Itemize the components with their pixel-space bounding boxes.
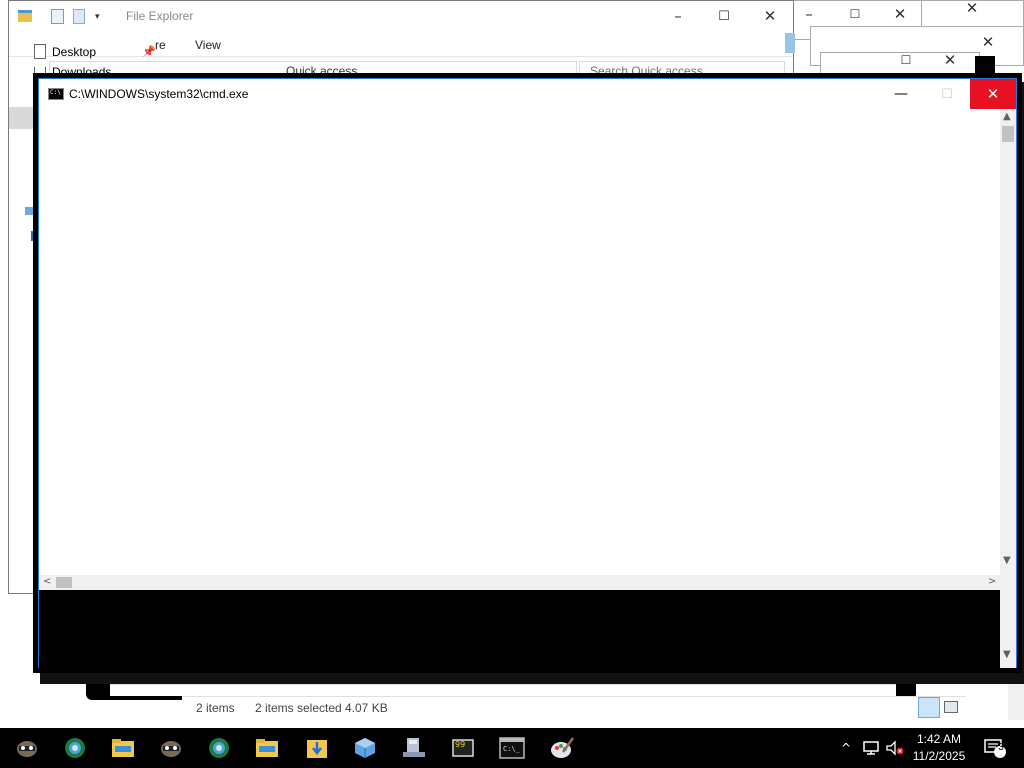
maximize-button[interactable]: ☐	[924, 79, 970, 109]
clock-date: 11/2/2025	[912, 749, 966, 763]
maximize-icon[interactable]: ☐	[832, 0, 878, 29]
folder-icon[interactable]	[243, 728, 291, 768]
svg-text:99: 99	[455, 740, 465, 749]
nav-selection	[9, 107, 39, 129]
minimize-button[interactable]: –	[655, 1, 701, 31]
selection-info: 2 items selected	[255, 701, 342, 715]
pin-icon[interactable]: 📌	[142, 45, 156, 58]
vertical-scroll-thumb[interactable]	[1002, 126, 1014, 142]
search-placeholder: Search Quick access	[590, 64, 703, 78]
address-text: Quick access	[286, 64, 358, 78]
minimize-button[interactable]: —	[878, 79, 924, 109]
action-center-icon[interactable]: 3	[980, 728, 1010, 768]
scroll-left-icon[interactable]: <	[43, 576, 51, 587]
maximize-button[interactable]: ☐	[701, 1, 747, 31]
vertical-scrollbar[interactable]: ▲ ▼ ▼	[1000, 109, 1016, 668]
taskbar-clock[interactable]: 1:42 AM 11/2/2025	[904, 731, 974, 765]
cmd-title: C:\WINDOWS\system32\cmd.exe	[69, 87, 249, 101]
explorer-status-bar: 2 items 2 items selected 4.07 KB	[182, 696, 966, 718]
notification-count-badge: 3	[998, 742, 1004, 753]
clock-time: 1:42 AM	[916, 732, 962, 746]
horizontal-scrollbar[interactable]: < >	[39, 575, 1000, 590]
explorer-folder-icon	[18, 10, 32, 22]
nav-pane-marker	[25, 207, 39, 215]
close-icon[interactable]: ✕	[877, 0, 923, 29]
download-folder-icon[interactable]	[293, 728, 341, 768]
notepad-plus-icon[interactable]: 99	[439, 728, 487, 768]
folder-icon[interactable]	[99, 728, 147, 768]
background-window-strip	[110, 684, 896, 696]
selection-size: 4.07 KB	[345, 701, 388, 715]
volume-muted-icon[interactable]	[884, 728, 906, 768]
console-output-area[interactable]	[39, 109, 1000, 575]
properties-icon[interactable]	[51, 9, 64, 24]
close-icon[interactable]: ✕	[949, 0, 995, 23]
scroll-up-icon[interactable]: ▲	[1003, 111, 1011, 122]
close-button[interactable]: ✕	[970, 79, 1016, 109]
scroll-right-icon[interactable]: >	[988, 576, 996, 587]
globe-browser-icon[interactable]	[51, 728, 99, 768]
console-black-area[interactable]	[39, 590, 1000, 668]
background-window-strip	[110, 670, 912, 684]
raccoon-app-icon[interactable]	[3, 728, 51, 768]
window-title: File Explorer	[126, 9, 194, 23]
maximize-icon[interactable]: ☐	[883, 45, 929, 75]
svg-text:C:\_: C:\_	[503, 745, 521, 753]
cmd-icon: C:\	[48, 88, 64, 100]
terminal-icon[interactable]: C:\_	[488, 728, 536, 768]
horizontal-scroll-thumb[interactable]	[56, 577, 72, 588]
taskbar: 99 C:\_ ^ 1:42 AM 11/2/2025 3	[0, 728, 1024, 768]
window-shadow	[975, 56, 995, 78]
nav-item-label: Downloads	[52, 67, 112, 77]
scroll-down-icon[interactable]: ▼	[1003, 649, 1011, 660]
show-hidden-icons-icon[interactable]: ^	[836, 728, 856, 768]
quick-access-dropdown-icon[interactable]: ▾	[95, 11, 100, 22]
network-icon[interactable]	[860, 728, 882, 768]
globe-browser-icon[interactable]	[195, 728, 243, 768]
document-icon	[34, 44, 46, 59]
ribbon-divider	[9, 56, 793, 57]
scroll-down-icon[interactable]: ▼	[1003, 555, 1011, 566]
tab-share[interactable]: re	[155, 38, 166, 52]
virtualbox-cube-icon[interactable]	[341, 728, 389, 768]
close-icon[interactable]: ✕	[927, 45, 973, 75]
raccoon-app-icon[interactable]	[147, 728, 195, 768]
cmd-window: C:\ C:\WINDOWS\system32\cmd.exe — ☐ ✕ < …	[38, 78, 1017, 668]
paint-icon[interactable]	[538, 728, 586, 768]
item-count: 2 items	[196, 701, 235, 715]
nav-item-label: Desktop	[52, 44, 97, 59]
computer-icon[interactable]	[390, 728, 438, 768]
close-button[interactable]: ✕	[747, 1, 793, 31]
details-view-button[interactable]	[918, 697, 940, 718]
tab-view[interactable]: View	[195, 38, 221, 52]
document-icon	[34, 67, 46, 77]
ribbon-expand-button[interactable]	[785, 33, 795, 53]
large-icons-view-button[interactable]	[944, 701, 958, 713]
cmd-title-bar[interactable]: C:\ C:\WINDOWS\system32\cmd.exe — ☐ ✕	[39, 79, 1016, 109]
nav-item-desktop[interactable]: Desktop	[34, 44, 96, 59]
new-folder-icon[interactable]	[73, 9, 85, 24]
nav-item-downloads[interactable]: Downloads	[34, 67, 111, 77]
